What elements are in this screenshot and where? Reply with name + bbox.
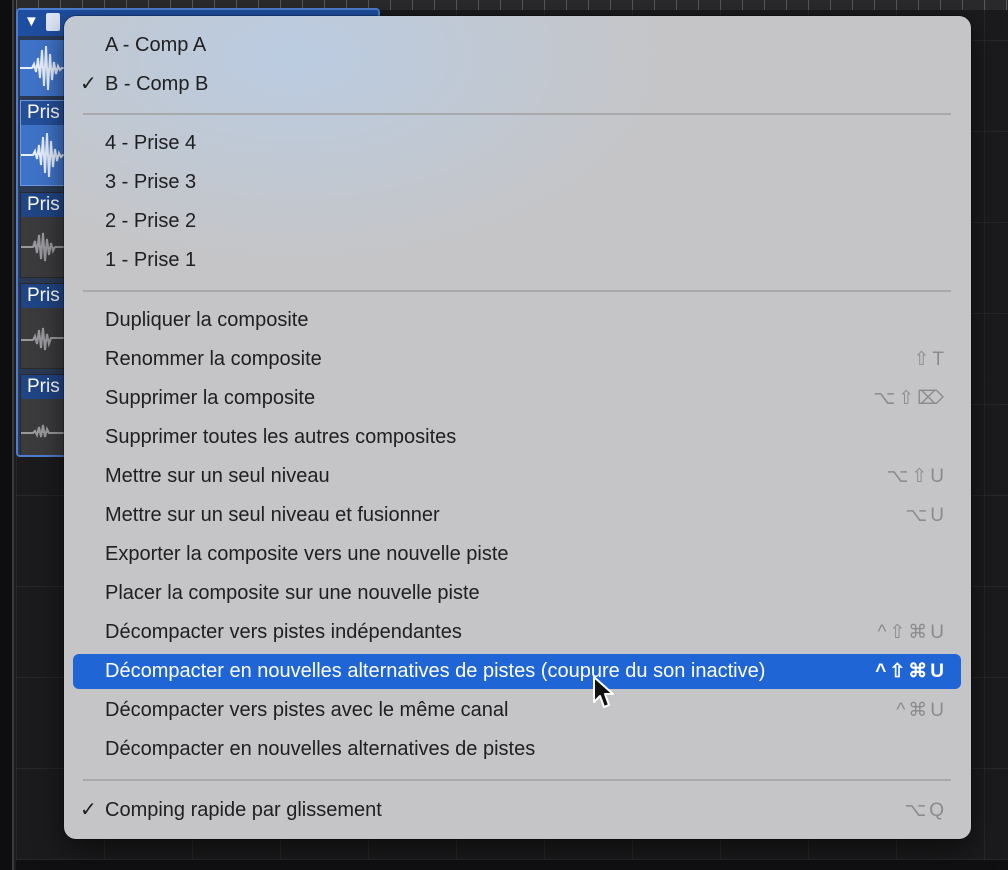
disclosure-triangle-icon[interactable]: ▼ [24, 13, 39, 30]
menu-item-unpack-track-alternatives-muted[interactable]: Décompacter en nouvelles alternatives de… [73, 654, 961, 689]
menu-item-label: Mettre sur un seul niveau [105, 465, 330, 487]
menu-item-label: 4 - Prise 4 [105, 132, 197, 154]
menu-item-duplicate-comp[interactable]: Dupliquer la composite [73, 303, 961, 338]
menu-item-unpack-track-alternatives[interactable]: Décompacter en nouvelles alternatives de… [73, 732, 961, 767]
menu-item-label: Décompacter en nouvelles alternatives de… [105, 660, 766, 682]
tracks-area-bottom [16, 860, 1008, 870]
checkmark-icon: ✓ [80, 799, 97, 821]
menu-item-shortcut: ^⇧⌘U [877, 622, 947, 643]
menu-item-shortcut: ⇧T [913, 349, 947, 370]
menu-item-shortcut: ⌥Q [904, 800, 947, 821]
menu-item-label: A - Comp A [105, 34, 207, 56]
menu-item-label: Supprimer toutes les autres composites [105, 426, 457, 448]
take-folder-badge [46, 13, 60, 31]
checkmark-icon: ✓ [80, 73, 97, 95]
menu-item-take-1[interactable]: 1 - Prise 1 [73, 243, 961, 278]
menu-item-flatten[interactable]: Mettre sur un seul niveau ⌥⇧U [73, 459, 961, 494]
menu-item-unpack-new-tracks[interactable]: Décompacter vers pistes indépendantes ^⇧… [73, 615, 961, 650]
menu-item-rename-comp[interactable]: Renommer la composite ⇧T [73, 342, 961, 377]
menu-item-label: Décompacter en nouvelles alternatives de… [105, 738, 536, 760]
menu-item-shortcut: ⌥⇧⌦ [873, 388, 947, 409]
menu-item-label: B - Comp B [105, 73, 209, 95]
menu-item-label: 3 - Prise 3 [105, 171, 197, 193]
menu-separator [83, 290, 951, 292]
mouse-pointer-icon [593, 676, 614, 708]
menu-separator [83, 779, 951, 781]
menu-item-label: Exporter la composite vers une nouvelle … [105, 543, 509, 565]
menu-item-label: Dupliquer la composite [105, 309, 309, 331]
menu-item-label: Décompacter vers pistes indépendantes [105, 621, 462, 643]
menu-item-label: Supprimer la composite [105, 387, 316, 409]
menu-item-comp-a[interactable]: A - Comp A [73, 28, 961, 63]
menu-item-comp-b[interactable]: ✓ B - Comp B [73, 67, 961, 102]
menu-separator [83, 113, 951, 115]
menu-item-flatten-and-merge[interactable]: Mettre sur un seul niveau et fusionner ⌥… [73, 498, 961, 533]
menu-item-export-comp-new-track[interactable]: Exporter la composite vers une nouvelle … [73, 537, 961, 572]
menu-item-move-comp-new-track[interactable]: Placer la composite sur une nouvelle pis… [73, 576, 961, 611]
left-panel-edge [0, 0, 14, 870]
menu-item-shortcut: ⌥U [905, 505, 947, 526]
menu-item-shortcut: ^⇧⌘U [875, 661, 947, 682]
menu-item-quick-swipe-comping[interactable]: ✓ Comping rapide par glissement ⌥Q [73, 793, 961, 828]
menu-item-delete-comp[interactable]: Supprimer la composite ⌥⇧⌦ [73, 381, 961, 416]
menu-item-label: Placer la composite sur une nouvelle pis… [105, 582, 480, 604]
menu-item-take-3[interactable]: 3 - Prise 3 [73, 165, 961, 200]
menu-item-label: Mettre sur un seul niveau et fusionner [105, 504, 440, 526]
menu-item-unpack-same-channel[interactable]: Décompacter vers pistes avec le même can… [73, 693, 961, 728]
menu-item-label: 2 - Prise 2 [105, 210, 197, 232]
menu-item-delete-other-comps[interactable]: Supprimer toutes les autres composites [73, 420, 961, 455]
take-folder-context-menu: A - Comp A ✓ B - Comp B 4 - Prise 4 3 - … [64, 16, 971, 839]
menu-item-shortcut: ^⌘U [896, 700, 947, 721]
menu-item-shortcut: ⌥⇧U [886, 466, 947, 487]
menu-item-label: Décompacter vers pistes avec le même can… [105, 699, 509, 721]
menu-item-take-2[interactable]: 2 - Prise 2 [73, 204, 961, 239]
menu-item-take-4[interactable]: 4 - Prise 4 [73, 126, 961, 161]
menu-item-label: 1 - Prise 1 [105, 249, 197, 271]
menu-item-label: Renommer la composite [105, 348, 322, 370]
menu-item-label: Comping rapide par glissement [105, 799, 382, 821]
